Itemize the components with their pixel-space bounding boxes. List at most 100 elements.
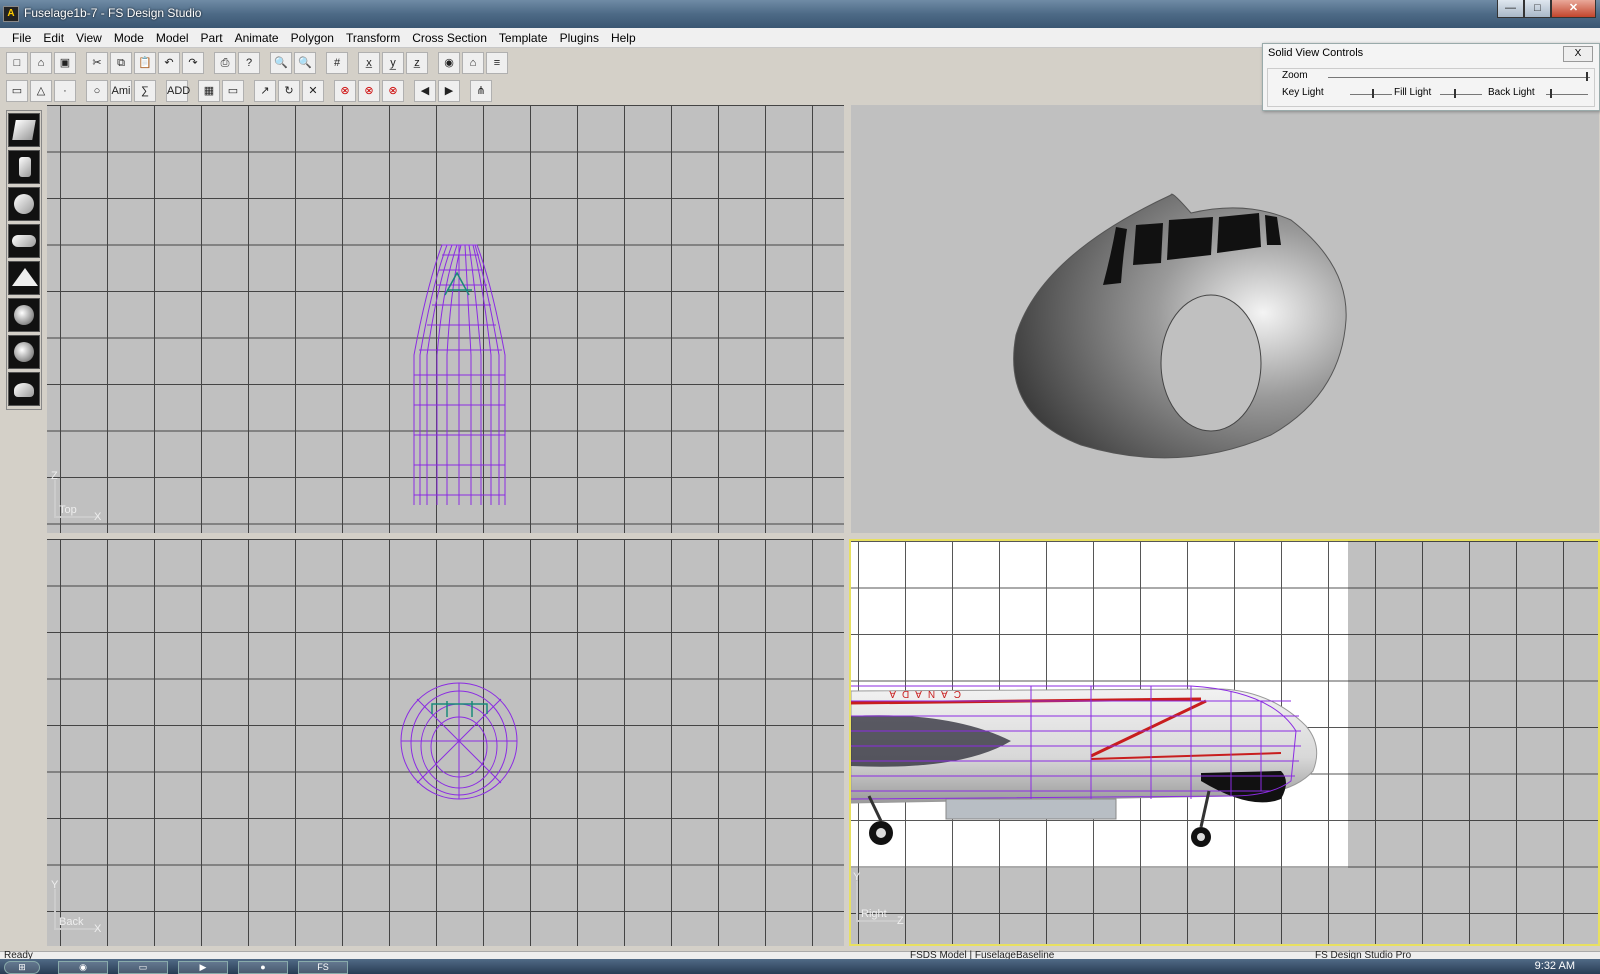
print-button[interactable]: ⎙ xyxy=(214,52,236,74)
maximize-button[interactable]: □ xyxy=(1524,0,1551,18)
top-axis-h-label: X xyxy=(94,511,102,523)
animation-button[interactable]: Ami xyxy=(110,80,132,102)
cut-button[interactable]: ✂ xyxy=(86,52,108,74)
start-button[interactable]: ⊞ xyxy=(4,961,40,974)
menu-mode[interactable]: Mode xyxy=(108,29,150,47)
constrain-z-button[interactable]: z̲ xyxy=(406,52,428,74)
menu-edit[interactable]: Edit xyxy=(37,29,70,47)
grid-toggle-button[interactable]: # xyxy=(326,52,348,74)
back-axis-horizontal xyxy=(54,928,99,930)
paste-button[interactable]: 📋 xyxy=(134,52,156,74)
menu-plugins[interactable]: Plugins xyxy=(554,29,605,47)
minimize-button[interactable]: — xyxy=(1497,0,1524,18)
right-view-label: Right xyxy=(861,908,887,920)
main-toolbar: □ ⌂ ▣ ✂ ⧉ 📋 ↶ ↷ ⎙ ? 🔍 🔍 # x̲ y̲ z̲ ◉ ⌂ ≡ xyxy=(6,50,508,76)
scale-button[interactable]: ✕ xyxy=(302,80,324,102)
zoom-in-button[interactable]: 🔍 xyxy=(270,52,292,74)
delete-part-button[interactable]: ⊗ xyxy=(334,80,356,102)
undo-button[interactable]: ↶ xyxy=(158,52,180,74)
textured-sphere2-button[interactable] xyxy=(8,335,40,369)
select-strip-button[interactable]: ▭ xyxy=(222,80,244,102)
delete-vertex-button[interactable]: ⊗ xyxy=(382,80,404,102)
mirror-button[interactable]: ⋔ xyxy=(470,80,492,102)
zoom-slider-thumb[interactable] xyxy=(1586,72,1588,81)
menu-file[interactable]: File xyxy=(6,29,37,47)
menu-animate[interactable]: Animate xyxy=(229,29,285,47)
shape-toolbox xyxy=(6,110,42,410)
taskbar-browser-icon[interactable]: ◉ xyxy=(58,961,108,974)
taskbar-folder-icon[interactable]: ▭ xyxy=(118,961,168,974)
home-view-button[interactable]: ⌂ xyxy=(462,52,484,74)
top-axis-v-label: Z xyxy=(51,470,58,482)
back-light-slider-thumb[interactable] xyxy=(1550,89,1552,98)
save-file-button[interactable]: ▣ xyxy=(54,52,76,74)
menu-help[interactable]: Help xyxy=(605,29,642,47)
ellipse-tool-button[interactable]: ○ xyxy=(86,80,108,102)
delete-polygon-button[interactable]: ⊗ xyxy=(358,80,380,102)
add-button[interactable]: ADD xyxy=(166,80,190,102)
redo-button[interactable]: ↷ xyxy=(182,52,204,74)
right-axis-horizontal xyxy=(856,920,901,922)
capsule-icon xyxy=(12,235,36,247)
select-vertex-button[interactable]: · xyxy=(54,80,76,102)
top-viewport[interactable]: Z X Top xyxy=(47,105,844,533)
back-light-label: Back Light xyxy=(1488,87,1535,98)
status-bar: Ready FSDS Model | FuselageBaseline FS D… xyxy=(0,950,1600,960)
cube-shape-button[interactable] xyxy=(8,113,40,147)
menu-polygon[interactable]: Polygon xyxy=(285,29,340,47)
menu-view[interactable]: View xyxy=(70,29,108,47)
fill-light-slider[interactable] xyxy=(1440,89,1482,98)
taskbar-fsds-icon[interactable]: FS xyxy=(298,961,348,974)
close-button[interactable]: ✕ xyxy=(1551,0,1596,18)
cone-icon xyxy=(12,268,38,286)
right-viewport[interactable]: CANADA Y Z Right xyxy=(849,539,1600,946)
properties-button[interactable]: ≡ xyxy=(486,52,508,74)
fill-light-slider-thumb[interactable] xyxy=(1454,89,1456,98)
select-part-button[interactable]: ▭ xyxy=(6,80,28,102)
menu-template[interactable]: Template xyxy=(493,29,554,47)
select-region-button[interactable]: ▦ xyxy=(198,80,220,102)
cone-shape-button[interactable] xyxy=(8,261,40,295)
open-file-button[interactable]: ⌂ xyxy=(30,52,52,74)
zoom-slider[interactable] xyxy=(1328,72,1590,81)
next-button[interactable]: ▶ xyxy=(438,80,460,102)
menu-part[interactable]: Part xyxy=(195,29,229,47)
textured-sphere2-icon xyxy=(14,342,34,362)
half-sphere-button[interactable] xyxy=(8,372,40,406)
edit-toolbar: ▭ △ · ○ Ami ∑ ADD ▦ ▭ ↗ ↻ ✕ ⊗ ⊗ ⊗ ◀ ▶ ⋔ xyxy=(6,78,492,104)
previous-button[interactable]: ◀ xyxy=(414,80,436,102)
key-light-slider[interactable] xyxy=(1350,89,1392,98)
app-logo-icon[interactable]: A xyxy=(3,6,19,22)
key-light-slider-thumb[interactable] xyxy=(1372,89,1374,98)
taskbar-media-icon[interactable]: ▶ xyxy=(178,961,228,974)
help-button[interactable]: ? xyxy=(238,52,260,74)
menu-cross-section[interactable]: Cross Section xyxy=(406,29,493,47)
window-controls: — □ ✕ xyxy=(1497,0,1596,20)
select-polygon-button[interactable]: △ xyxy=(30,80,52,102)
back-viewport[interactable]: Y X Back xyxy=(47,539,844,946)
constrain-x-button[interactable]: x̲ xyxy=(358,52,380,74)
menu-model[interactable]: Model xyxy=(150,29,195,47)
solid-view-controls-close-button[interactable]: X xyxy=(1563,46,1593,62)
sum-button[interactable]: ∑ xyxy=(134,80,156,102)
back-light-slider[interactable] xyxy=(1546,89,1588,98)
right-axis-vertical xyxy=(856,881,858,921)
solid-fuselage-render xyxy=(1013,193,1347,459)
sphere-shape-button[interactable] xyxy=(8,187,40,221)
capsule-shape-button[interactable] xyxy=(8,224,40,258)
constrain-y-button[interactable]: y̲ xyxy=(382,52,404,74)
copy-button[interactable]: ⧉ xyxy=(110,52,132,74)
view-toggle-button[interactable]: ◉ xyxy=(438,52,460,74)
zoom-out-button[interactable]: 🔍 xyxy=(294,52,316,74)
top-axis-vertical xyxy=(54,480,56,518)
solid-view-controls-panel: Solid View Controls X Zoom Key Light Fil… xyxy=(1262,43,1600,111)
textured-sphere-button[interactable] xyxy=(8,298,40,332)
right-axis-v-label: Y xyxy=(853,871,861,883)
rotate-button[interactable]: ↻ xyxy=(278,80,300,102)
cylinder-shape-button[interactable] xyxy=(8,150,40,184)
menu-transform[interactable]: Transform xyxy=(340,29,406,47)
move-button[interactable]: ↗ xyxy=(254,80,276,102)
new-file-button[interactable]: □ xyxy=(6,52,28,74)
taskbar-firefox-icon[interactable]: ● xyxy=(238,961,288,974)
solid-viewport[interactable] xyxy=(851,105,1599,533)
